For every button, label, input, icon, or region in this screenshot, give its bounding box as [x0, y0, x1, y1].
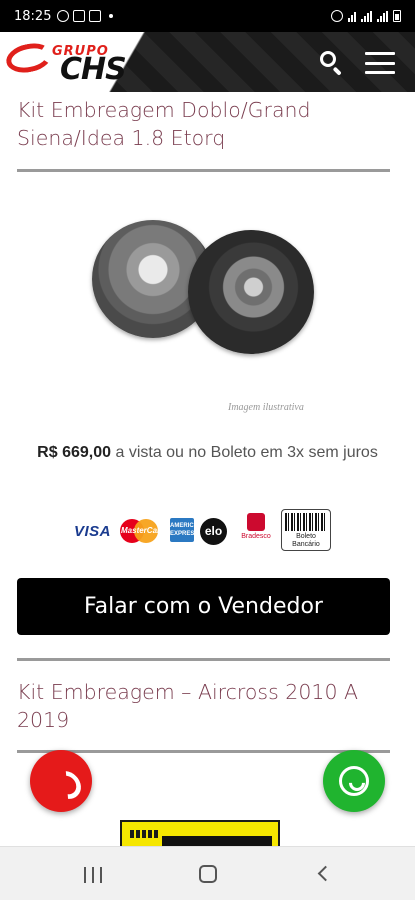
phone-icon [49, 767, 75, 793]
android-nav-bar [0, 846, 415, 900]
talk-to-seller-button[interactable]: Falar com o Vendedor [17, 578, 390, 635]
bradesco-label: Bradesco [241, 533, 271, 540]
recents-icon[interactable] [84, 867, 102, 883]
back-icon[interactable] [317, 865, 334, 882]
image-caption: Imagem ilustrativa [228, 402, 304, 413]
image-notification-icon [73, 10, 86, 22]
boleto-icon: Boleto Bancário [281, 509, 331, 551]
price-terms: a vista ou no Boleto em 3x sem juros [115, 444, 378, 461]
site-header: GRUPO CHS [0, 32, 415, 92]
wifi-icon [348, 11, 356, 22]
elo-icon: elo [200, 518, 227, 545]
status-bar: 18:25 [0, 0, 415, 32]
next-product-title[interactable]: Kit Embreagem – Aircross 2010 A 2019 [17, 678, 397, 734]
whatsapp-button[interactable] [323, 750, 385, 812]
home-icon[interactable] [199, 865, 217, 883]
battery-icon [393, 10, 401, 22]
divider [17, 169, 390, 172]
bradesco-icon: Bradesco [235, 513, 277, 540]
cast-notification-icon [89, 10, 102, 22]
clutch-disc-image [188, 230, 314, 354]
product-title[interactable]: Kit Embreagem Doblo/Grand Siena/Idea 1.8… [17, 96, 397, 152]
call-button[interactable] [30, 750, 92, 812]
amex-icon: AMERICAN EXPRESS [170, 518, 202, 542]
mastercard-icon: MasterCard [120, 519, 165, 543]
product-image[interactable] [80, 210, 340, 410]
logo-chs-text: CHS [60, 52, 127, 87]
hamburger-menu-icon[interactable] [365, 52, 395, 74]
status-time: 18:25 [14, 8, 52, 24]
whatsapp-icon [339, 766, 369, 796]
whatsapp-notification-icon [57, 10, 70, 22]
payment-methods: VISA MasterCard AMERICAN EXPRESS elo Bra… [74, 509, 339, 553]
signal-icon [377, 10, 388, 22]
signal-icon [361, 10, 372, 22]
alarm-icon [331, 10, 343, 22]
logo-swoosh-icon [3, 39, 55, 77]
divider [17, 658, 390, 661]
grupo-chs-logo[interactable]: GRUPO CHS [3, 38, 156, 87]
boleto-label: Boleto Bancário [292, 533, 320, 548]
mastercard-text: MasterCard [121, 526, 166, 535]
search-icon[interactable] [319, 50, 343, 76]
visa-icon: VISA [74, 523, 112, 540]
price-amount: R$ 669,00 [37, 444, 112, 461]
price-line: R$ 669,00 a vista ou no Boleto em 3x sem… [20, 440, 395, 465]
dot-notification-icon [109, 14, 114, 18]
